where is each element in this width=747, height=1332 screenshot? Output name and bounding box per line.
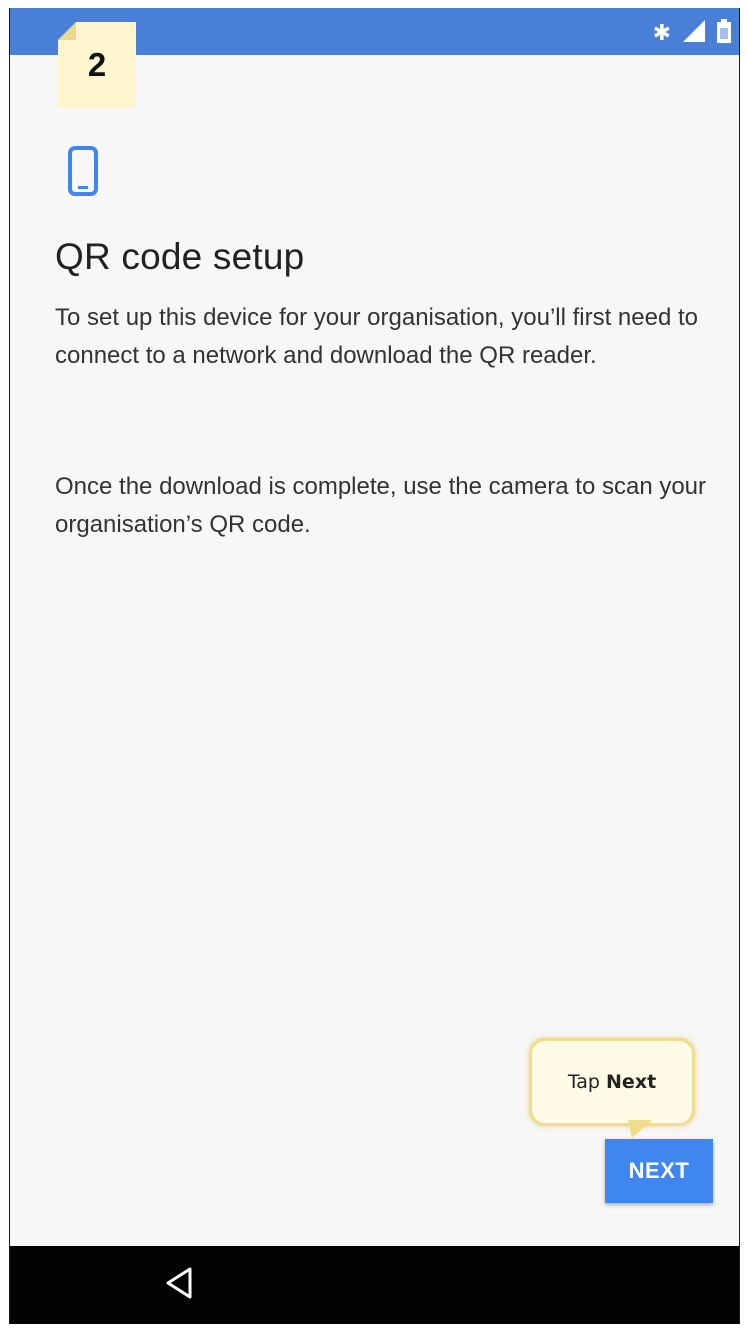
phone-icon xyxy=(68,146,98,196)
device-screen: ✱ 2 QR code setup To set up this device … xyxy=(9,8,740,1324)
tap-next-callout: Tap Next xyxy=(529,1038,695,1126)
callout-tail xyxy=(621,1120,653,1138)
bluetooth-icon: ✱ xyxy=(652,20,671,46)
step-number: 2 xyxy=(87,46,107,83)
battery-icon xyxy=(717,19,731,48)
instructions-paragraph-2: Once the download is complete, use the c… xyxy=(55,473,707,538)
navigation-bar xyxy=(10,1246,739,1324)
next-button[interactable]: NEXT xyxy=(605,1139,713,1203)
page-title: QR code setup xyxy=(55,236,305,277)
status-icons: ✱ xyxy=(653,19,731,48)
callout-prefix: Tap xyxy=(567,1071,607,1093)
instructions-paragraph-1: To set up this device for your organisat… xyxy=(55,304,699,369)
callout-emphasis: Next xyxy=(606,1071,657,1093)
signal-icon xyxy=(683,20,705,47)
callout-text: Tap Next xyxy=(568,1071,656,1093)
back-icon[interactable] xyxy=(160,1263,200,1303)
